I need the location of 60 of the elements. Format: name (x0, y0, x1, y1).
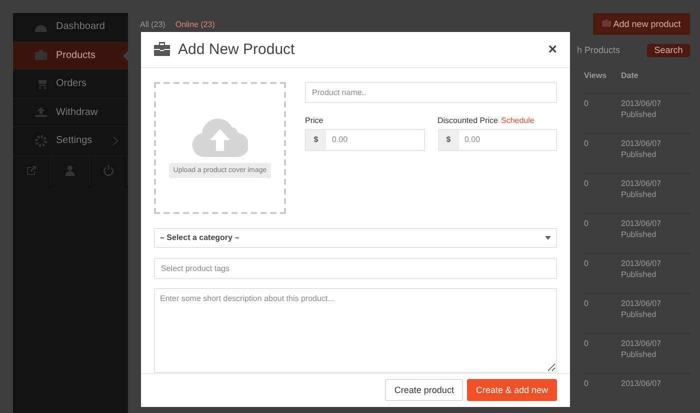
schedule-link[interactable]: Schedule (500, 116, 534, 124)
tags-field[interactable]: Select product tags (154, 258, 557, 278)
caret-icon (545, 236, 551, 240)
table-cell-text: 0 (584, 379, 590, 390)
currency-label: $ (306, 130, 326, 150)
sidebar-item[interactable]: Products (13, 42, 128, 70)
status-text: Published (621, 350, 658, 359)
status-text: Published (621, 110, 658, 119)
filter-link[interactable]: Online (23) (175, 20, 215, 29)
price-input-group[interactable]: $ 0.00 (305, 128, 424, 150)
modal-title: Add New Product (178, 40, 296, 58)
price-label: Price (305, 116, 324, 124)
column-header: Views (584, 71, 608, 82)
table-cell-text: 2013/06/07 (621, 379, 662, 388)
chevron-icon (113, 136, 118, 145)
table-cell-text: 0 (584, 259, 590, 270)
status-text: Published (621, 150, 658, 159)
cloud-upload-icon (192, 117, 248, 157)
status-text: Published (621, 190, 658, 199)
category-select[interactable]: – Select a category – (154, 228, 557, 248)
table-cell-text: 2013/06/07 (621, 299, 662, 308)
close-button[interactable]: × (548, 40, 557, 58)
sidebar-item[interactable]: Withdraw (13, 98, 128, 127)
table-cell-text: 0 (584, 139, 590, 150)
table-cell-text: 2013/06/07 (621, 99, 662, 108)
description-field[interactable]: Enter some short description about this product... (154, 288, 557, 372)
briefcase-icon (602, 19, 612, 27)
power-icon[interactable] (102, 164, 114, 176)
table-cell-text: 2013/06/07 (621, 259, 662, 268)
product-name-field[interactable]: Product name.. (305, 82, 557, 102)
search-button[interactable]: Search (647, 44, 690, 57)
discounted-price-label: Discounted Price (438, 116, 498, 124)
table-cell-text: 0 (584, 219, 590, 230)
table-cell-text: 2013/06/07 (621, 219, 662, 228)
add-product-button[interactable]: Add new product (593, 13, 690, 35)
external-link-icon[interactable] (26, 164, 38, 176)
sidebar-item[interactable]: Settings (13, 127, 128, 156)
briefcase-icon (35, 50, 47, 60)
filter-link[interactable]: All (23) (140, 20, 166, 29)
status-text: Published (621, 310, 658, 319)
create-product-button[interactable]: Create product (385, 379, 463, 402)
gear-icon (35, 134, 47, 147)
sidebar-item[interactable]: Orders (13, 70, 128, 98)
table-cell-text: 0 (584, 99, 590, 110)
table-cell-text: 0 (584, 339, 590, 350)
table-cell-text: 2013/06/07 (621, 179, 662, 188)
table-cell-text: 0 (584, 299, 590, 310)
table-cell-text: 0 (584, 179, 590, 190)
table-cell-text: 2013/06/07 (621, 139, 662, 148)
status-text: Published (621, 230, 658, 239)
column-header: Date (621, 71, 640, 82)
create-add-new-button[interactable]: Create & add new (466, 379, 557, 402)
discounted-price-input-group[interactable]: $ 0.00 (438, 128, 557, 150)
currency-label: $ (438, 130, 458, 150)
table-cell-text: 2013/06/07 (621, 339, 662, 348)
briefcase-icon (154, 42, 170, 56)
status-text: Published (621, 270, 658, 279)
user-icon[interactable] (64, 164, 75, 176)
cart-icon (35, 78, 47, 89)
upload-icon (35, 107, 47, 118)
